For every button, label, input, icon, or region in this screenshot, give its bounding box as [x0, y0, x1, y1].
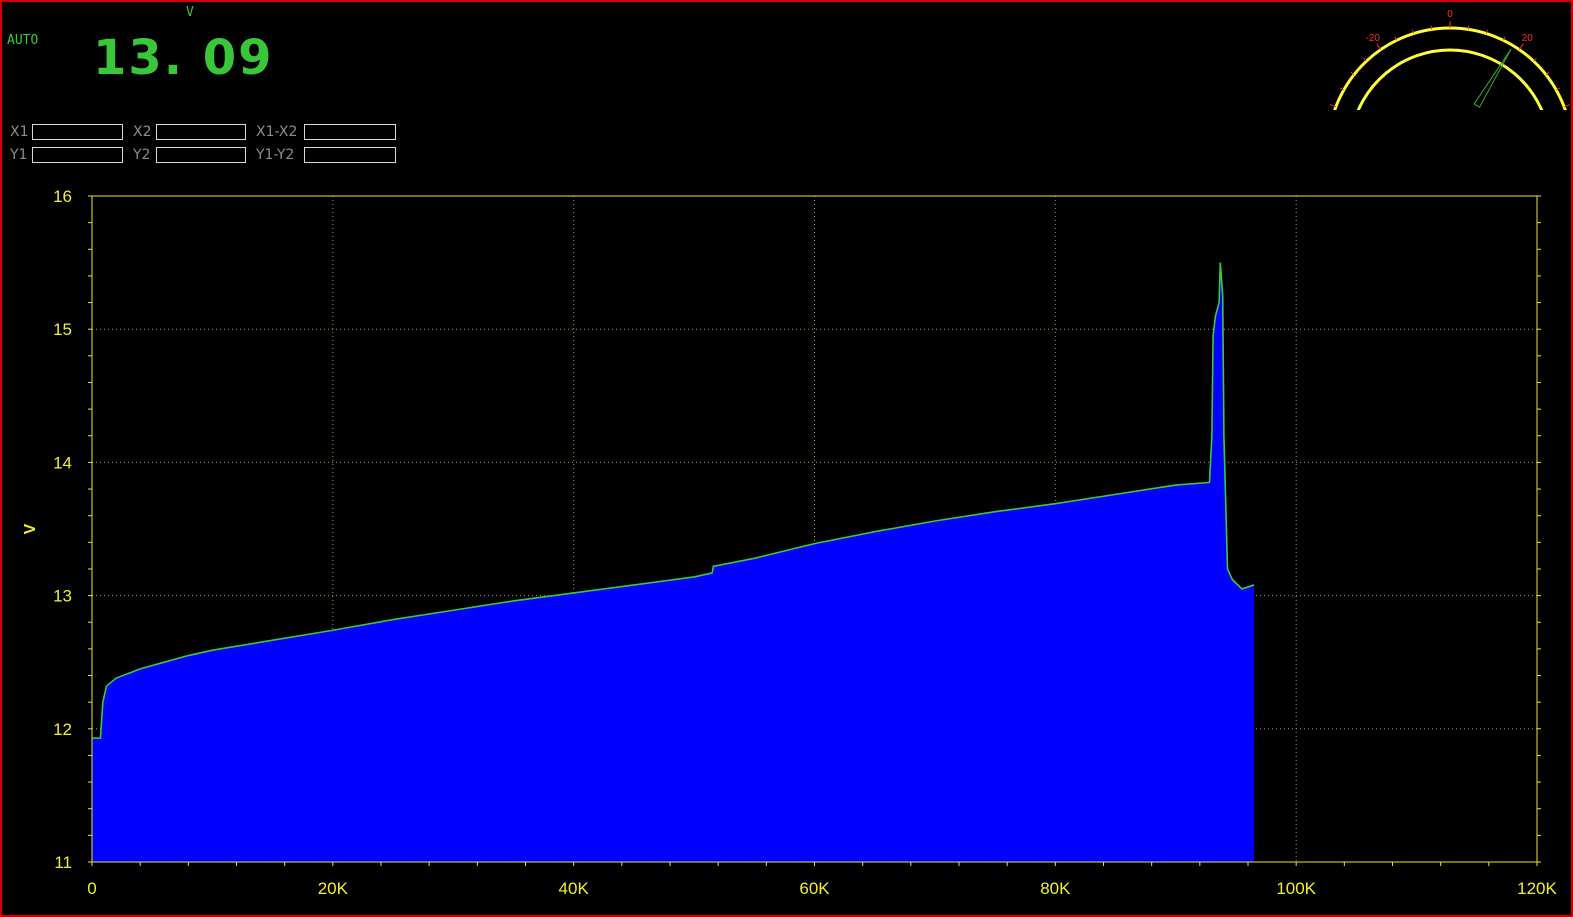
x-tick-label: 120K: [1517, 879, 1557, 898]
series-area: [92, 262, 1255, 863]
y-tick-label: 16: [53, 187, 72, 206]
y-tick-label: 13: [53, 587, 72, 606]
y-tick-label: 14: [53, 453, 72, 472]
x-tick-label: 20K: [318, 879, 349, 898]
x-tick-label: 0: [87, 879, 96, 898]
x-tick-label: 40K: [559, 879, 590, 898]
y-tick-label: 15: [53, 320, 72, 339]
x-tick-label: 80K: [1040, 879, 1071, 898]
y-tick-label: 12: [53, 720, 72, 739]
x-tick-label: 100K: [1276, 879, 1316, 898]
voltage-chart: 0 20K 40K 60K 80K 100K 120K 11 12 13 14 15 16 V: [22, 187, 1558, 898]
y-axis-label: V: [22, 523, 39, 534]
y-tick-label: 11: [54, 853, 72, 872]
x-tick-label: 60K: [799, 879, 830, 898]
